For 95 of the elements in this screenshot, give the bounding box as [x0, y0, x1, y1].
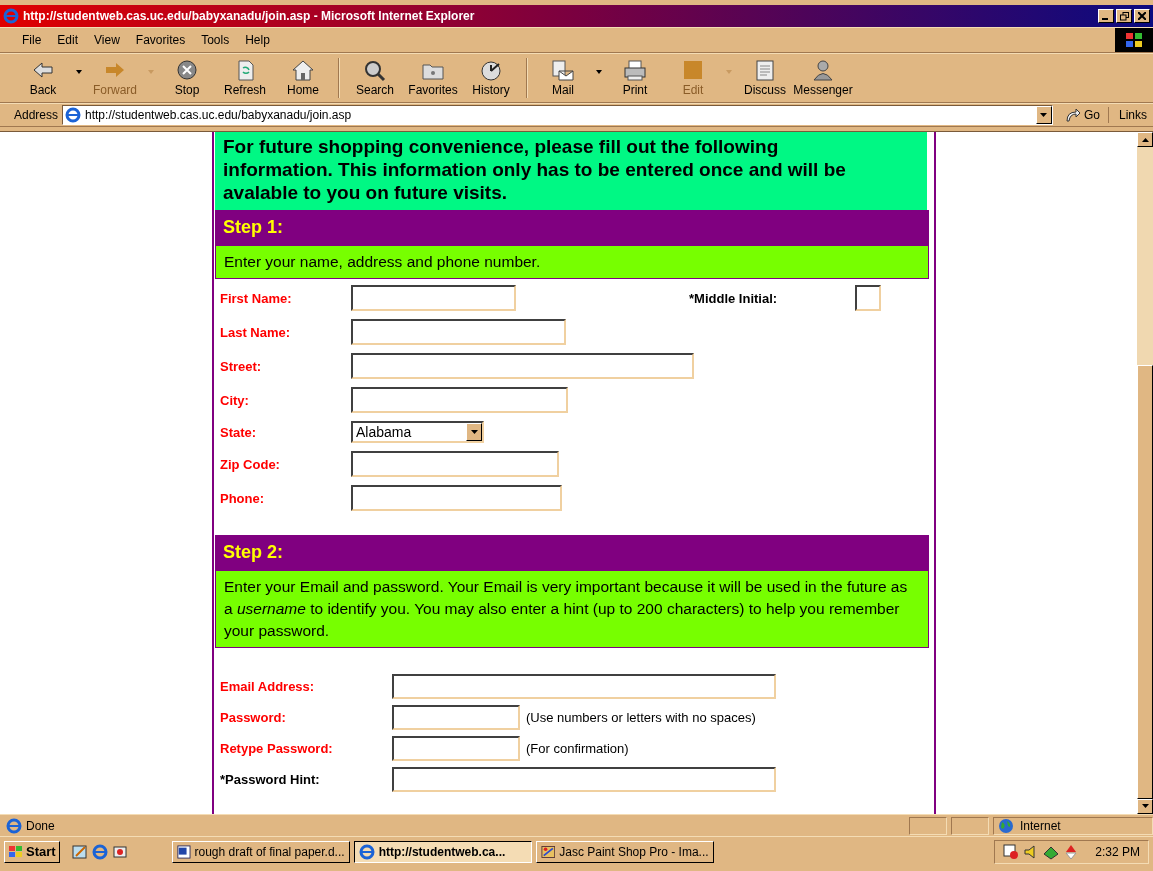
browser-icon: [358, 843, 375, 860]
globe-icon: [998, 817, 1014, 834]
field-label: First Name:: [220, 290, 293, 306]
field-label: *Password Hint:: [220, 772, 321, 787]
text-field[interactable]: [392, 705, 520, 730]
field-label: Retype Password:: [220, 741, 334, 756]
field-label: State:: [220, 424, 258, 440]
status-pane: [909, 816, 947, 835]
person-icon: [811, 59, 835, 83]
caret-icon: [470, 430, 478, 434]
document-icon: [753, 59, 777, 83]
search-icon: [363, 59, 387, 83]
step-heading: Step 1:: [215, 210, 929, 245]
field-label: Email Address:: [220, 679, 316, 694]
home-icon: [291, 59, 315, 83]
field-label: Password:: [220, 710, 287, 725]
toolbar-button[interactable]: Back: [14, 59, 72, 97]
caret-icon: [1040, 113, 1048, 117]
text-field[interactable]: [351, 485, 562, 511]
field-note: (For confirmation): [526, 741, 629, 756]
document-icon: [176, 843, 191, 860]
text-field[interactable]: [351, 319, 566, 345]
text-field[interactable]: [855, 285, 881, 311]
browser-icon: [6, 817, 22, 834]
scrollbar[interactable]: [1137, 132, 1153, 814]
windows-logo-icon: [1115, 28, 1153, 52]
taskbar-button[interactable]: http://studentweb.ca...: [353, 840, 532, 863]
toolbar-button[interactable]: Home: [274, 59, 332, 97]
channels-icon: [111, 843, 128, 860]
restore-button[interactable]: [1116, 9, 1132, 23]
field-label: Last Name:: [220, 324, 292, 340]
field-note: (Use numbers or letters with no spaces): [526, 710, 756, 725]
text-field[interactable]: [351, 353, 694, 379]
stop-icon: [175, 59, 199, 83]
state-dropdown[interactable]: Alabama: [351, 421, 484, 443]
toolbar-button[interactable]: Stop: [158, 59, 216, 97]
field-label: Zip Code:: [220, 456, 281, 472]
browser-icon: [65, 107, 82, 123]
text-field[interactable]: [351, 387, 568, 413]
mail-icon: [551, 59, 575, 83]
close-button[interactable]: [1134, 9, 1150, 23]
toolbar-button[interactable]: Mail: [534, 59, 592, 97]
field-label: Street:: [220, 358, 263, 374]
restore-icon: [1119, 11, 1129, 21]
browser-icon: [3, 8, 19, 24]
clock: 2:32 PM: [1095, 844, 1140, 859]
clock-icon: [479, 59, 503, 83]
menu-item[interactable]: File: [14, 33, 50, 47]
menu-item[interactable]: Edit: [49, 33, 87, 47]
field-label: City:: [220, 392, 250, 408]
window-title: http://studentweb.cas.uc.edu/babyxanadu/join.asp - Microsoft Internet Explorer: [23, 9, 476, 23]
text-field[interactable]: [351, 285, 516, 311]
address-field[interactable]: http://studentweb.cas.uc.edu/babyxanadu/join.asp: [62, 105, 1053, 125]
toolbar-button[interactable]: Messenger: [794, 59, 852, 97]
status-pane: [951, 816, 989, 835]
menu-item[interactable]: Favorites: [127, 33, 194, 47]
taskbar-button[interactable]: rough draft of final paper.d...: [171, 840, 350, 863]
toolbar-button[interactable]: Print: [606, 59, 664, 97]
text-field[interactable]: [392, 736, 520, 761]
down-arrow-icon[interactable]: [1141, 804, 1149, 809]
scheduler-icon: [1003, 843, 1020, 860]
field-label: *Middle Initial:: [689, 290, 779, 306]
arrow-icon: [1064, 107, 1081, 123]
zone-text: Internet: [1020, 818, 1061, 833]
toolbar-button[interactable]: Favorites: [404, 59, 462, 97]
printer-icon: [623, 59, 647, 83]
menu-item[interactable]: View: [86, 33, 128, 47]
toolbar-button[interactable]: History: [462, 59, 520, 97]
close-icon: [1138, 12, 1146, 20]
up-arrow-icon[interactable]: [1141, 137, 1149, 142]
toolbar-button[interactable]: Discuss: [736, 59, 794, 97]
start-button[interactable]: Start: [4, 840, 60, 863]
field-label: Phone:: [220, 490, 266, 506]
menu-item[interactable]: Tools: [193, 33, 238, 47]
status-text: Done: [26, 818, 55, 833]
toolbar-button[interactable]: Search: [346, 59, 404, 97]
address-label: Address: [14, 108, 59, 122]
text-field[interactable]: [351, 451, 559, 477]
menu-item[interactable]: Help: [237, 33, 278, 47]
go-button[interactable]: Go: [1056, 107, 1109, 123]
desktop-icon: [71, 843, 88, 860]
step-heading: Step 2:: [215, 535, 929, 570]
step-instructions: Enter your name, address and phone number.: [215, 245, 929, 279]
minimize-button[interactable]: [1098, 9, 1114, 23]
windows-logo-icon: [8, 843, 24, 860]
taskbar-button[interactable]: Jasc Paint Shop Pro - Ima...: [535, 840, 714, 863]
intro-text: For future shopping convenience, please fill out the following information. This information only has to be entered once and will be avalable to you on future visits.: [215, 132, 927, 210]
text-field[interactable]: [392, 767, 776, 792]
links-button[interactable]: Links: [1113, 108, 1153, 122]
palette-icon: [540, 843, 556, 860]
text-field[interactable]: [392, 674, 776, 699]
browser-icon: [91, 843, 108, 860]
toolbar-button[interactable]: Refresh: [216, 59, 274, 97]
step-instructions: Enter your Email and password. Your Email is very important because it will be used in the future as a username to identify you. You may also enter a hint (up to 200 characters) to help you remember your password.: [215, 570, 929, 648]
up-down-icon: [1063, 843, 1080, 860]
